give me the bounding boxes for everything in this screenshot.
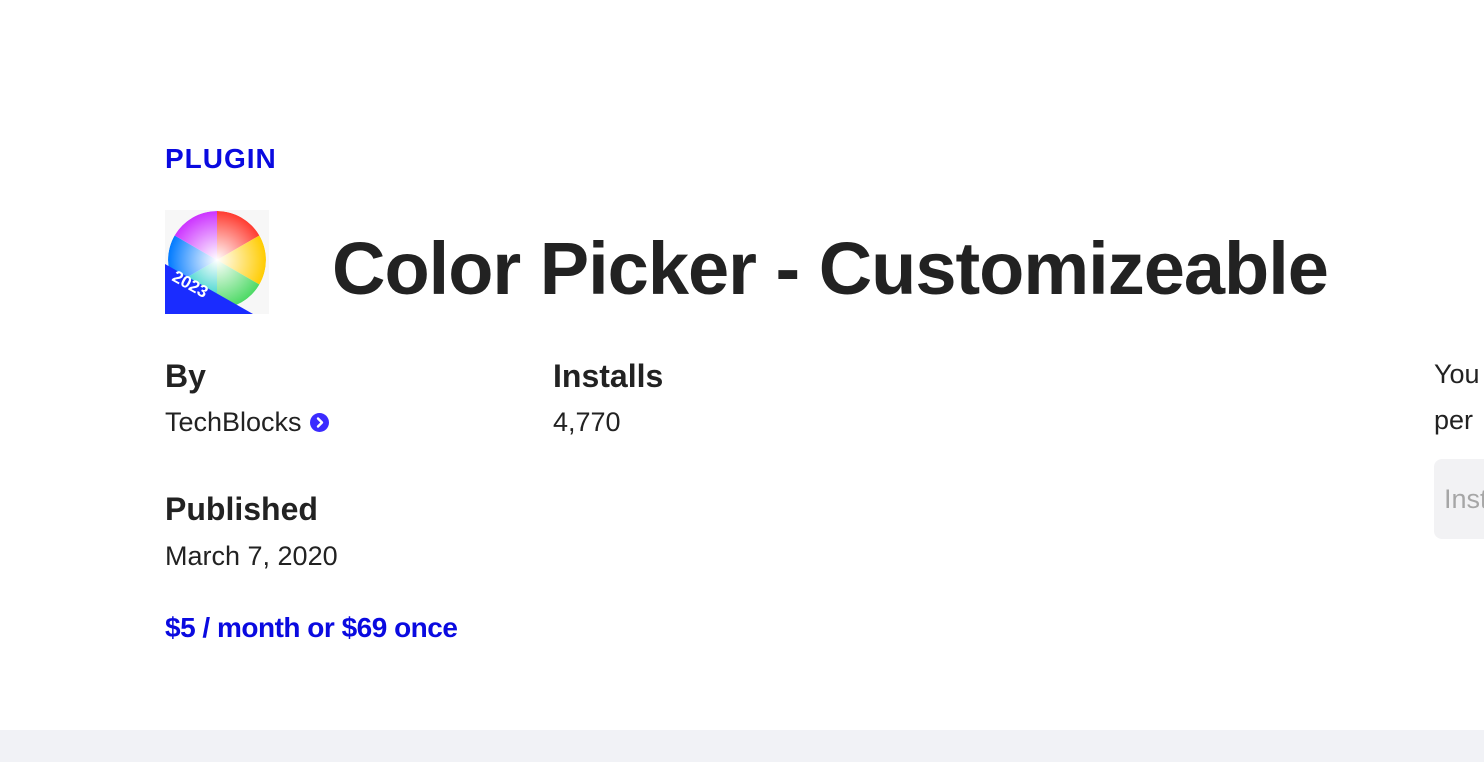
- plugin-page: PLUGIN 2023 Color Picker - Customizeable…: [0, 0, 1484, 762]
- page-title: Color Picker - Customizeable: [332, 227, 1329, 310]
- installs-label: Installs: [553, 358, 664, 394]
- color-wheel-icon: 2023: [165, 210, 269, 314]
- author-row: TechBlocks: [165, 406, 329, 438]
- verified-badge-icon: [309, 412, 329, 432]
- install-input[interactable]: [1434, 459, 1484, 539]
- by-label: By: [165, 358, 206, 394]
- author-name[interactable]: TechBlocks: [165, 406, 302, 438]
- published-label: Published: [165, 491, 318, 527]
- category-label: PLUGIN: [165, 143, 277, 174]
- published-value: March 7, 2020: [165, 541, 338, 571]
- author-link[interactable]: TechBlocks: [165, 406, 329, 438]
- footer-band: [0, 730, 1484, 762]
- sidebar-text-line1: You: [1434, 359, 1480, 389]
- price-link[interactable]: $5 / month or $69 once: [165, 611, 458, 645]
- installs-value: 4,770: [553, 407, 621, 437]
- sidebar-text-line2: per: [1434, 405, 1474, 435]
